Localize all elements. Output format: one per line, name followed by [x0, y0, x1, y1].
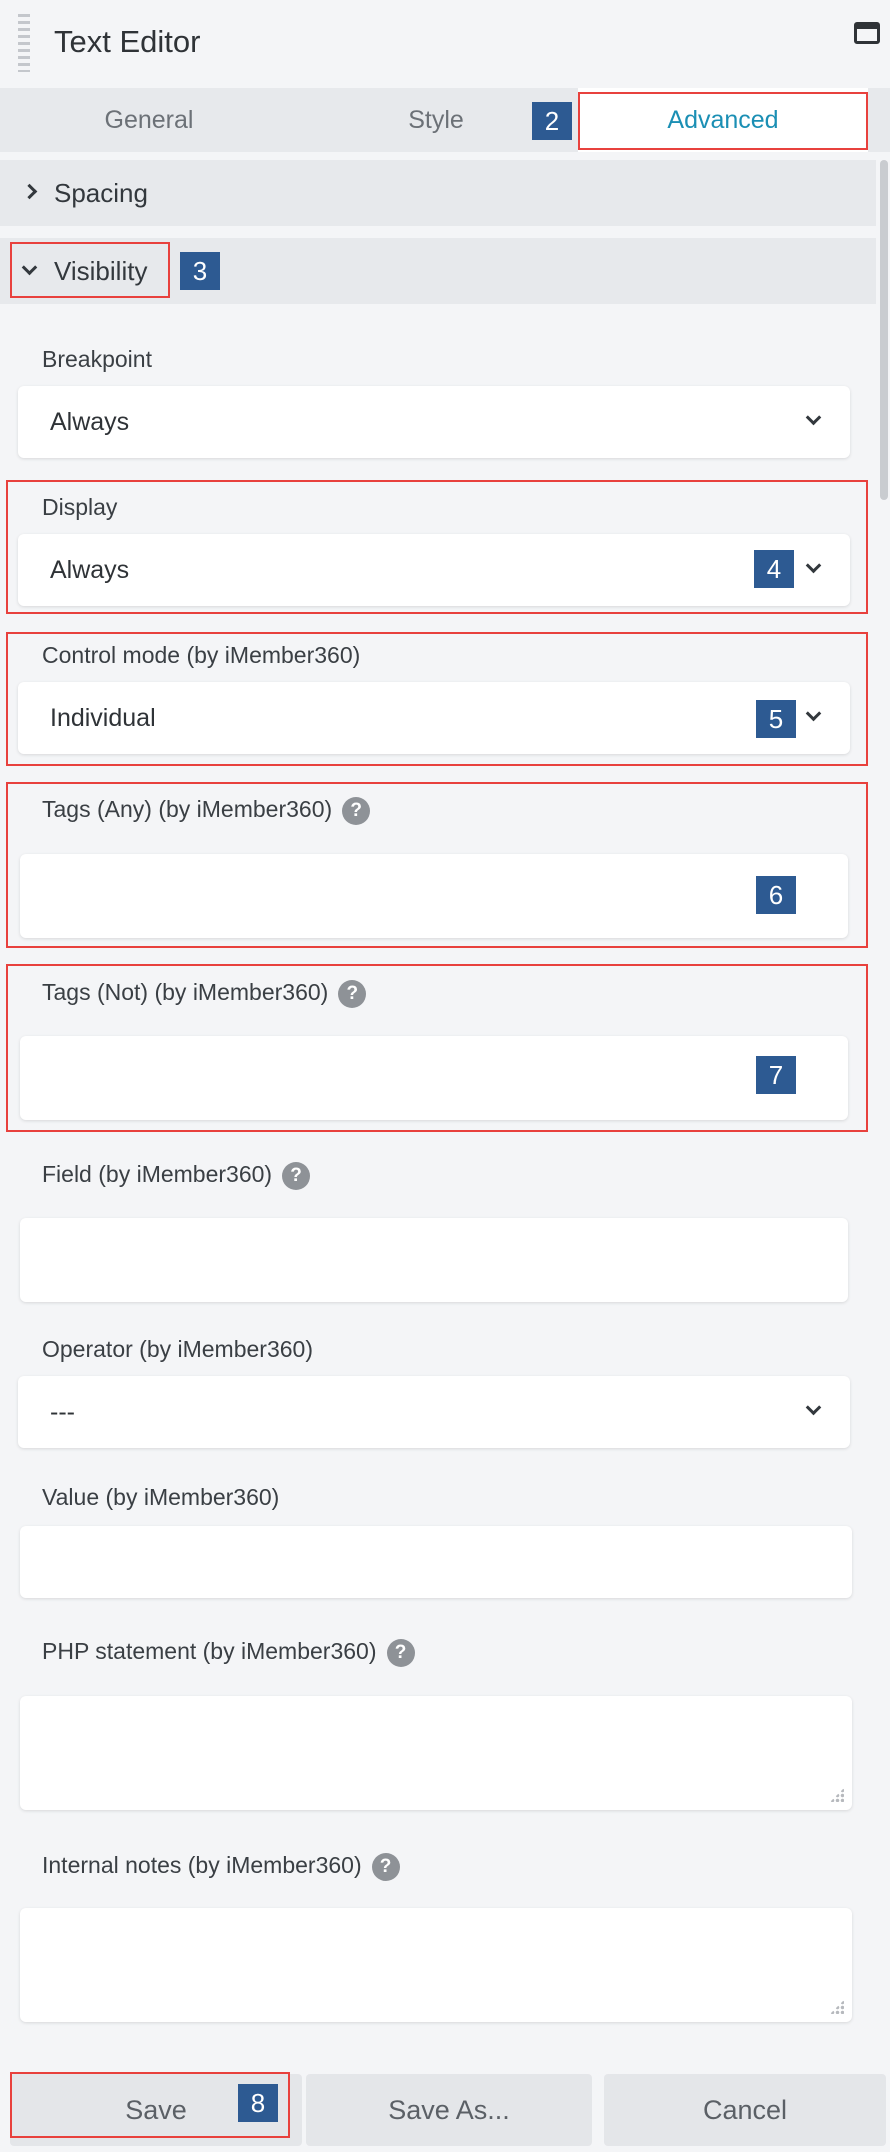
help-icon[interactable]: ?: [282, 1161, 311, 1190]
window-icon[interactable]: [854, 22, 880, 44]
annotation-badge-4: 4: [754, 550, 794, 588]
annotation-badge-5: 5: [756, 700, 796, 738]
field-label: Field (by iMember360)?: [42, 1161, 311, 1190]
php-statement-label: PHP statement (by iMember360)?: [42, 1638, 415, 1667]
annotation-box-visibility: [10, 242, 170, 298]
scrollbar[interactable]: [880, 160, 888, 500]
internal-notes-label: Internal notes (by iMember360)?: [42, 1852, 400, 1881]
annotation-badge-2: 2: [532, 102, 572, 140]
annotation-badge-6: 6: [756, 876, 796, 914]
breakpoint-select[interactable]: Always: [18, 386, 850, 458]
chevron-down-icon: [805, 1399, 822, 1416]
php-statement-textarea[interactable]: [20, 1696, 852, 1810]
save-as-button[interactable]: Save As...: [306, 2074, 592, 2146]
internal-notes-label-text: Internal notes (by iMember360): [42, 1852, 362, 1878]
tab-general[interactable]: General: [0, 88, 298, 152]
operator-value: ---: [50, 1398, 75, 1426]
field-label-text: Field (by iMember360): [42, 1161, 273, 1187]
resize-handle-icon[interactable]: [830, 1788, 844, 1802]
drag-handle-icon[interactable]: [18, 14, 30, 72]
resize-handle-icon[interactable]: [830, 2000, 844, 2014]
annotation-badge-8: 8: [238, 2084, 278, 2122]
value-input[interactable]: [20, 1526, 852, 1598]
breakpoint-label: Breakpoint: [42, 346, 152, 372]
help-icon[interactable]: ?: [386, 1638, 415, 1667]
annotation-box-tags-not: [6, 964, 868, 1132]
chevron-right-icon: [21, 183, 38, 200]
field-input[interactable]: [20, 1218, 848, 1302]
operator-select[interactable]: ---: [18, 1376, 850, 1448]
php-statement-label-text: PHP statement (by iMember360): [42, 1638, 377, 1664]
internal-notes-textarea[interactable]: [20, 1908, 852, 2022]
operator-label: Operator (by iMember360): [42, 1336, 313, 1362]
section-spacing[interactable]: Spacing: [0, 160, 876, 226]
value-label: Value (by iMember360): [42, 1484, 280, 1510]
annotation-box-control-mode: [6, 632, 868, 766]
chevron-down-icon: [805, 409, 822, 426]
annotation-badge-3: 3: [180, 252, 220, 290]
panel-title: Text Editor: [54, 24, 201, 59]
panel-header: Text Editor: [0, 0, 890, 88]
section-spacing-label: Spacing: [54, 178, 148, 208]
annotation-box-display: [6, 480, 868, 614]
annotation-box-advanced: [578, 92, 868, 150]
breakpoint-value: Always: [50, 408, 130, 436]
help-icon[interactable]: ?: [371, 1852, 400, 1881]
annotation-badge-7: 7: [756, 1056, 796, 1094]
cancel-button[interactable]: Cancel: [604, 2074, 886, 2146]
annotation-box-tags-any: [6, 782, 868, 948]
